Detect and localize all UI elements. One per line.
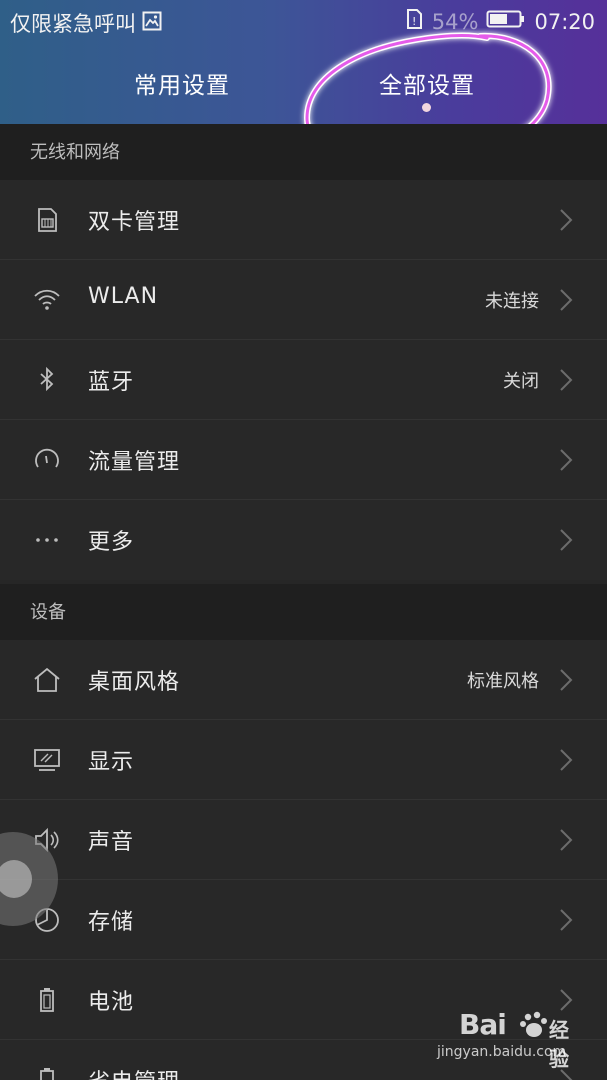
status-right: ! 54% 07:20 xyxy=(404,8,595,35)
settings-row-label: 双卡管理 xyxy=(88,210,181,235)
settings-row-storage[interactable]: 存储 xyxy=(0,880,607,960)
settings-row-value: 关闭 xyxy=(503,371,539,392)
battery-percent: 54% xyxy=(431,9,479,34)
settings-row-bluetooth[interactable]: 蓝牙 关闭 xyxy=(0,340,607,420)
watermark-brand-prefix: Bai xyxy=(459,1008,507,1041)
settings-row-label: WLAN xyxy=(88,284,159,309)
battery-icon xyxy=(32,986,62,1014)
status-left: 仅限紧急呼叫 xyxy=(10,8,162,38)
chevron-right-icon xyxy=(560,749,573,771)
settings-row-label: 存储 xyxy=(88,910,135,935)
settings-row-label: 流量管理 xyxy=(88,450,181,475)
image-notification-icon xyxy=(142,11,162,36)
settings-row-label: 蓝牙 xyxy=(88,370,135,395)
bluetooth-icon xyxy=(32,366,62,394)
settings-row-dual-sim[interactable]: 双卡管理 xyxy=(0,180,607,260)
settings-row-home-style[interactable]: 桌面风格 标准风格 xyxy=(0,640,607,720)
data-gauge-icon xyxy=(32,446,62,474)
sim-alert-icon: ! xyxy=(404,8,424,35)
settings-row-label: 更多 xyxy=(88,530,135,555)
chevron-right-icon xyxy=(560,669,573,691)
svg-text:!: ! xyxy=(412,15,416,28)
chevron-right-icon xyxy=(560,909,573,931)
section-header-device: 设备 xyxy=(0,584,607,640)
header: 仅限紧急呼叫 ! 54% 07:20 常用设置 全部设置 xyxy=(0,0,607,124)
settings-row-label: 桌面风格 xyxy=(88,670,181,695)
settings-row-display[interactable]: 显示 xyxy=(0,720,607,800)
tab-common-settings[interactable]: 常用设置 xyxy=(134,66,230,100)
settings-row-value: 标准风格 xyxy=(467,671,539,692)
sim-card-icon xyxy=(32,206,62,234)
chevron-right-icon xyxy=(560,529,573,551)
watermark-url: jingyan.baidu.com xyxy=(437,1044,567,1060)
emergency-calls-only-text: 仅限紧急呼叫 xyxy=(10,12,136,36)
status-bar: 仅限紧急呼叫 ! 54% 07:20 xyxy=(0,0,607,44)
paw-logo-icon xyxy=(520,1011,547,1037)
power-save-icon xyxy=(32,1066,62,1080)
tab-all-settings[interactable]: 全部设置 xyxy=(379,66,475,100)
section-header-wireless: 无线和网络 xyxy=(0,124,607,180)
chevron-right-icon xyxy=(560,209,573,231)
settings-row-label: 声音 xyxy=(88,830,135,855)
settings-row-wlan[interactable]: WLAN 未连接 xyxy=(0,260,607,340)
more-dots-icon xyxy=(32,526,62,554)
settings-row-label: 省电管理 xyxy=(88,1064,180,1080)
clock: 07:20 xyxy=(534,9,595,34)
settings-screen: 仅限紧急呼叫 ! 54% 07:20 常用设置 全部设置 无线和网络 双卡管理 … xyxy=(0,0,607,1080)
tab-bar: 常用设置 全部设置 xyxy=(0,58,607,118)
display-icon xyxy=(32,746,62,774)
settings-row-value: 未连接 xyxy=(485,291,539,312)
active-tab-indicator xyxy=(422,103,431,112)
baidu-jingyan-watermark: Bai 经验 jingyan.baidu.com xyxy=(437,1008,579,1071)
settings-row-label: 显示 xyxy=(88,750,135,775)
battery-icon xyxy=(486,9,526,34)
watermark-brand-suffix: 经验 xyxy=(549,1018,569,1071)
chevron-right-icon xyxy=(560,369,573,391)
settings-row-label: 电池 xyxy=(88,990,135,1015)
settings-row-sound[interactable]: 声音 xyxy=(0,800,607,880)
chevron-right-icon xyxy=(560,829,573,851)
settings-row-more[interactable]: 更多 xyxy=(0,500,607,580)
settings-row-data-usage[interactable]: 流量管理 xyxy=(0,420,607,500)
chevron-right-icon xyxy=(560,449,573,471)
chevron-right-icon xyxy=(560,289,573,311)
home-icon xyxy=(32,666,62,694)
wifi-icon xyxy=(32,286,62,314)
